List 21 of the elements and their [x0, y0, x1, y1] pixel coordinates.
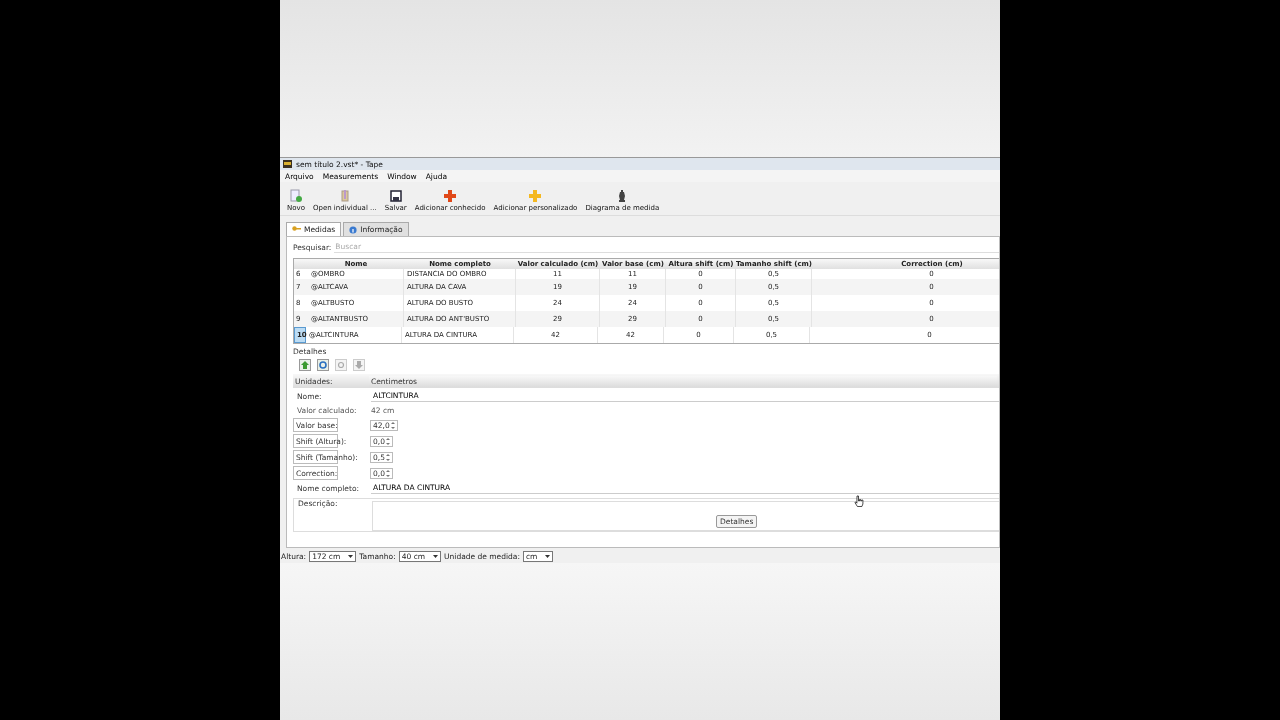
caret-icon — [545, 555, 551, 558]
caret-icon — [348, 555, 354, 558]
plus-icon — [443, 189, 458, 203]
caret-icon — [433, 555, 439, 558]
arrow-up-button[interactable] — [299, 359, 311, 371]
key-icon — [292, 225, 301, 234]
spin-arrows-icon — [384, 452, 391, 462]
plus-icon — [528, 189, 543, 203]
app-icon — [283, 160, 292, 168]
spin-arrows-icon — [384, 468, 391, 478]
new-file-icon — [288, 189, 303, 203]
arrow-up-icon — [301, 361, 309, 369]
info-icon — [349, 225, 358, 234]
spin-arrows-icon — [384, 436, 391, 446]
hand-cursor-icon — [854, 495, 864, 507]
ring-icon — [319, 361, 327, 369]
save-icon — [388, 189, 403, 203]
circle-icon — [337, 361, 345, 369]
arrow-down-icon — [355, 361, 363, 369]
refresh-button[interactable] — [317, 359, 329, 371]
spin-arrows-icon — [389, 420, 396, 430]
